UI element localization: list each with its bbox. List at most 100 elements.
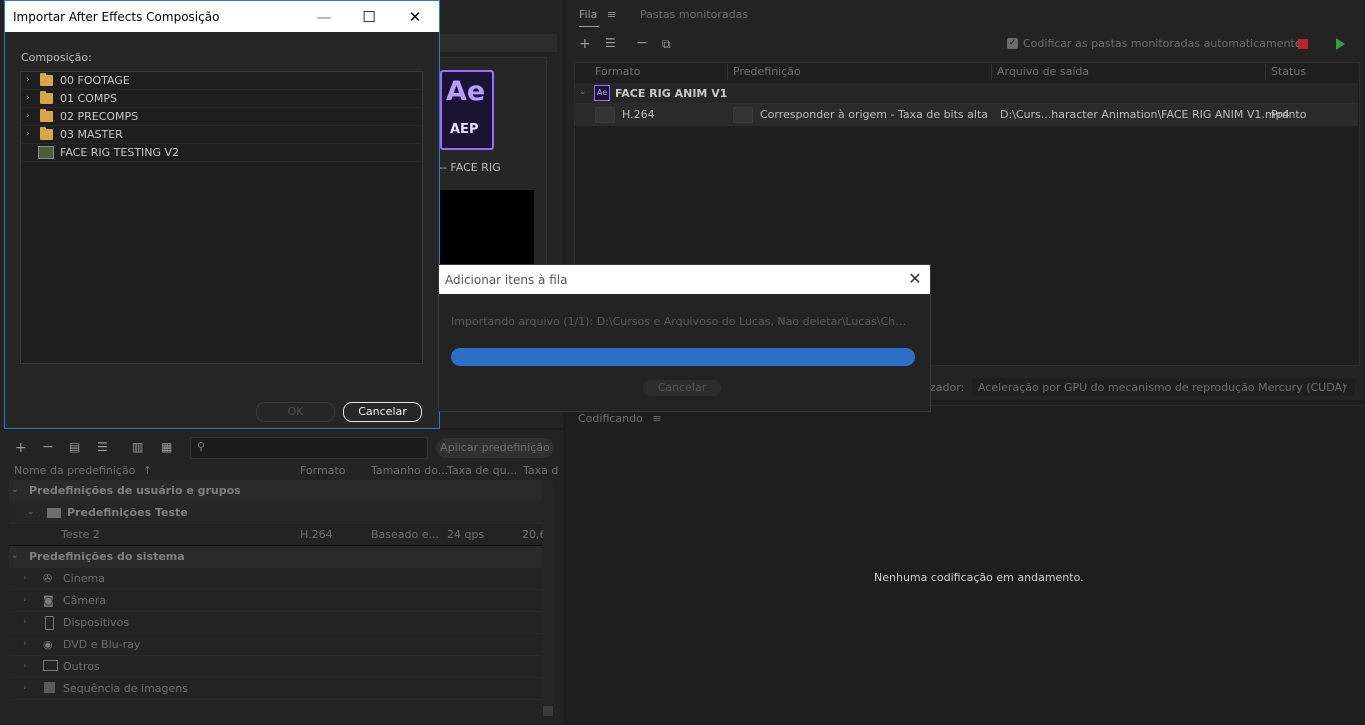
- col-preset-name-label: Nome da predefinição: [14, 464, 136, 477]
- col-preset-name[interactable]: Nome da predefinição ↑: [14, 464, 152, 477]
- preset-group-system[interactable]: ⌄ Predefinições do sistema: [9, 546, 542, 568]
- progress-bar-fill: [451, 348, 915, 366]
- maximize-button[interactable]: ☐: [347, 5, 391, 29]
- col-preset[interactable]: Predefinição: [733, 62, 801, 82]
- preset-category-camera[interactable]: › ◙ Câmera: [9, 590, 542, 612]
- tree-item-folder[interactable]: › 02 PRECOMPS: [22, 108, 421, 126]
- new-group-icon[interactable]: ▤: [69, 440, 80, 454]
- add-preset-icon[interactable]: +: [15, 440, 27, 456]
- queue-item-status: Pronto: [1271, 108, 1307, 121]
- preset-dropdown[interactable]: [733, 107, 753, 123]
- preset-category-image-sequence[interactable]: › Sequência de imagens: [9, 678, 542, 700]
- ae-icon-text: Ae: [446, 76, 486, 107]
- col-separator: [991, 64, 992, 80]
- panel-menu-icon[interactable]: ≡: [607, 8, 616, 21]
- renderer-select[interactable]: Aceleração por GPU do mecanismo de repro…: [972, 378, 1355, 396]
- chevron-right-icon: ›: [23, 617, 27, 627]
- tab-watch-folders[interactable]: Pastas monitoradas: [640, 8, 748, 21]
- settings-sliders-icon[interactable]: ☰: [605, 36, 616, 50]
- cancel-import-button[interactable]: Cancelar: [643, 380, 721, 396]
- tab-active-underline: [579, 26, 599, 27]
- queue-item-output[interactable]: D:\Curs...haracter Animation\FACE RIG AN…: [1000, 108, 1290, 121]
- import-status-text: Importando arquivo (1/1): D:\Cursos e Ar…: [451, 315, 911, 328]
- col-separator: [727, 64, 728, 80]
- progress-bar: [451, 348, 915, 366]
- col-frame-size[interactable]: Tamanho do...: [371, 464, 448, 477]
- col-format[interactable]: Formato: [595, 62, 641, 82]
- chevron-down-icon[interactable]: ⌄: [579, 87, 587, 97]
- col-separator: [1265, 64, 1266, 80]
- chevron-right-icon: ›: [23, 683, 27, 693]
- chevron-down-icon: ⌄: [1340, 379, 1349, 390]
- panel-menu-icon[interactable]: ≡: [652, 412, 661, 425]
- chevron-right-icon: ›: [23, 573, 27, 583]
- preset-settings-icon[interactable]: ☰: [97, 440, 108, 454]
- queue-item-format[interactable]: H.264: [622, 108, 655, 121]
- preset-rate: 24 qps: [447, 528, 485, 541]
- chevron-down-icon: ⌄: [27, 507, 35, 517]
- preset-category-devices[interactable]: › Dispositivos: [9, 612, 542, 634]
- dialog-title: Importar After Effects Composição: [13, 10, 220, 24]
- tree-item-composition[interactable]: FACE RIG TESTING V2: [22, 144, 421, 162]
- sort-up-icon: ↑: [142, 464, 153, 477]
- import-preset-icon[interactable]: ▥: [132, 440, 143, 454]
- export-preset-icon[interactable]: ▦: [161, 440, 172, 454]
- col-output[interactable]: Arquivo de saída: [997, 62, 1089, 82]
- preset-group-user[interactable]: ⌄ Predefinições de usuário e grupos: [9, 480, 542, 502]
- composition-icon: [38, 146, 54, 159]
- chevron-right-icon: ›: [23, 639, 27, 649]
- col-frame-rate[interactable]: Taxa de qu...: [447, 464, 517, 477]
- chevron-right-icon[interactable]: ›: [26, 72, 30, 89]
- auto-encode-label: Codificar as pastas monitoradas automati…: [1023, 37, 1302, 50]
- dialog-title-bar[interactable]: Importar After Effects Composição — ☐ ✕: [5, 1, 439, 32]
- dialog-title-bar[interactable]: Adicionar itens à fila ✕: [439, 265, 930, 294]
- folder-icon: [40, 91, 53, 104]
- preset-category-other[interactable]: › Outros: [9, 656, 542, 678]
- tab-encoding[interactable]: Codificando ≡: [578, 412, 662, 425]
- remove-icon[interactable]: −: [636, 35, 648, 51]
- remove-preset-icon[interactable]: −: [42, 439, 54, 455]
- col-format[interactable]: Formato: [300, 464, 346, 477]
- scroll-down-button[interactable]: [543, 706, 553, 716]
- queue-item-preset[interactable]: Corresponder à origem - Taxa de bits alt…: [760, 108, 988, 121]
- preset-search-input[interactable]: ⚲: [190, 437, 428, 459]
- film-reel-icon: ✇: [43, 572, 53, 585]
- close-button[interactable]: ✕: [393, 5, 437, 29]
- preset-row[interactable]: Teste 2 H.264 Baseado e... 24 qps 20,6: [9, 524, 547, 547]
- format-dropdown[interactable]: [595, 107, 615, 123]
- encoding-empty-message: Nenhuma codificação em andamento.: [874, 571, 1084, 584]
- col-bitrate[interactable]: Taxa d: [523, 464, 558, 477]
- ae-project-icon: Ae AEP: [440, 70, 494, 150]
- tree-item-folder[interactable]: › 03 MASTER: [22, 126, 421, 144]
- play-icon[interactable]: [1336, 38, 1345, 50]
- tab-queue[interactable]: Fila ≡: [579, 8, 616, 21]
- chevron-right-icon[interactable]: ›: [26, 108, 30, 125]
- preset-scrollbar[interactable]: [543, 482, 553, 716]
- tree-item-folder[interactable]: › 00 FOOTAGE: [22, 72, 421, 90]
- tree-item-label: 03 MASTER: [60, 128, 123, 141]
- preset-category-cinema[interactable]: › ✇ Cinema: [9, 568, 542, 590]
- tree-item-label: 00 FOOTAGE: [60, 74, 130, 87]
- composition-tree[interactable]: › 00 FOOTAGE › 01 COMPS › 02 PRECOMPS › …: [20, 71, 423, 364]
- close-button[interactable]: ✕: [903, 267, 927, 291]
- minimize-button[interactable]: —: [302, 5, 346, 29]
- renderer-label: zador:: [930, 381, 965, 394]
- duplicate-icon[interactable]: ⧉: [662, 37, 671, 52]
- chevron-right-icon: ›: [23, 661, 27, 671]
- ok-button[interactable]: OK: [256, 402, 335, 422]
- tree-item-folder[interactable]: › 01 COMPS: [22, 90, 421, 108]
- cancel-button[interactable]: Cancelar: [343, 402, 422, 422]
- tab-encoding-label: Codificando: [578, 412, 643, 425]
- add-icon[interactable]: +: [579, 36, 591, 52]
- preset-category-dvd[interactable]: › ◉ DVD e Blu-ray: [9, 634, 542, 656]
- ae-source-icon: Ae: [594, 85, 610, 101]
- aep-icon-text: AEP: [450, 122, 479, 137]
- chevron-right-icon[interactable]: ›: [26, 90, 30, 107]
- apply-preset-button[interactable]: Aplicar predefinição: [436, 438, 554, 458]
- col-status[interactable]: Status: [1271, 62, 1306, 82]
- source-search-bar[interactable]: [437, 34, 557, 52]
- preset-subgroup[interactable]: ⌄ Predefinições Teste: [9, 502, 542, 524]
- auto-encode-checkbox[interactable]: ✓: [1007, 38, 1018, 49]
- stop-icon[interactable]: [1298, 39, 1308, 49]
- chevron-right-icon[interactable]: ›: [26, 126, 30, 143]
